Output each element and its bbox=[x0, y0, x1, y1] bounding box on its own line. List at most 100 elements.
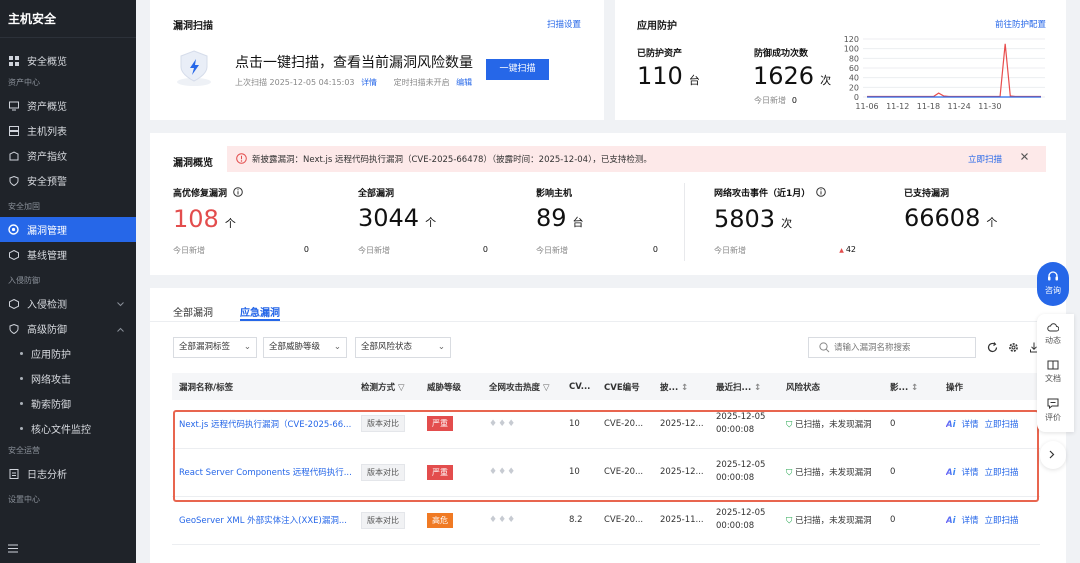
settings-gear-icon[interactable] bbox=[1008, 342, 1019, 356]
expand-panel-button[interactable] bbox=[1040, 441, 1066, 469]
filter-vuln-tag[interactable]: 全部漏洞标签 ⌄ bbox=[173, 337, 257, 358]
close-icon[interactable] bbox=[1020, 152, 1029, 164]
sidebar-item-vuln-mgmt[interactable]: 漏洞管理 bbox=[0, 217, 136, 242]
sidebar-item-log-analysis[interactable]: 日志分析 bbox=[0, 461, 136, 486]
info-icon[interactable] bbox=[816, 187, 827, 200]
last-scan-detail-link[interactable]: 详情 bbox=[361, 78, 377, 87]
defense-today-label: 今日新增 bbox=[754, 96, 786, 105]
scan-time: 00:00:08 bbox=[716, 473, 755, 483]
kpi-unit: 个 bbox=[986, 216, 998, 229]
scan-headline: 点击一键扫描，查看当前漏洞风险数量 bbox=[235, 55, 473, 71]
kpi-network-attacks[interactable]: 网络攻击事件（近1月） 5803 次 今日新增 ▲ 42 bbox=[714, 186, 864, 255]
sidebar-item-fingerprint[interactable]: 资产指纹 bbox=[0, 143, 136, 168]
vuln-alert-banner: 新披露漏洞：Next.js 远程代码执行漏洞（CVE-2025-66478）（披… bbox=[227, 146, 1046, 172]
sidebar-item-intrusion-detect[interactable]: 入侵检测 bbox=[0, 291, 136, 316]
kpi-label: 全部漏洞 bbox=[358, 189, 395, 199]
scan-time: 00:00:08 bbox=[716, 424, 755, 435]
sidebar-item-host-list[interactable]: 主机列表 bbox=[0, 118, 136, 143]
col-header-affected[interactable]: 影... ↕ bbox=[883, 373, 939, 400]
scan-now-link[interactable]: 立即扫描 bbox=[985, 468, 1019, 478]
chevron-right-icon bbox=[1049, 450, 1055, 462]
col-header-cvss: CV... bbox=[562, 373, 597, 400]
search-input[interactable] bbox=[834, 341, 972, 355]
cvss-cell: 10 bbox=[562, 448, 597, 497]
check-shield-icon: ⛉ bbox=[786, 468, 793, 478]
col-header-ops: 操作 bbox=[939, 373, 1040, 400]
one-click-scan-button[interactable]: 一键扫描 bbox=[486, 59, 549, 80]
alert-scan-now-link[interactable]: 立即扫描 bbox=[968, 153, 1002, 165]
kpi-affected-hosts[interactable]: 影响主机 89 台 今日新增 0 bbox=[536, 186, 676, 255]
float-docs[interactable]: 文档 bbox=[1037, 360, 1069, 384]
col-header-name: 漏洞名称/标签 bbox=[172, 373, 354, 400]
scan-now-link[interactable]: 立即扫描 bbox=[985, 420, 1019, 430]
float-review[interactable]: 评价 bbox=[1037, 398, 1069, 423]
col-header-disclosed[interactable]: 披... ↕ bbox=[653, 373, 709, 400]
sidebar-item-warning[interactable]: 安全预警 bbox=[0, 168, 136, 193]
kpi-unit: 台 bbox=[572, 216, 584, 229]
ai-icon[interactable]: Ai bbox=[946, 516, 956, 526]
protect-config-link[interactable]: 前往防护配置 bbox=[995, 18, 1046, 30]
ai-icon[interactable]: Ai bbox=[946, 420, 956, 430]
protected-assets-unit: 台 bbox=[688, 74, 700, 87]
col-header-heat[interactable]: 全网攻击热度 ▽ bbox=[482, 373, 562, 400]
ai-icon[interactable]: Ai bbox=[946, 468, 956, 478]
detail-link[interactable]: 详情 bbox=[962, 516, 979, 526]
sidebar-sub-ransom[interactable]: 勒索防御 bbox=[0, 391, 136, 416]
ops-cell: Ai 详情 立即扫描 bbox=[939, 496, 1040, 545]
grid-icon bbox=[8, 55, 19, 66]
kpi-sub-label: 今日新增 bbox=[536, 246, 568, 255]
sidebar-item-advanced-defense[interactable]: 高级防御 bbox=[0, 316, 136, 341]
scan-settings-link[interactable]: 扫描设置 bbox=[547, 18, 581, 30]
sidebar-item-asset-overview[interactable]: 资产概览 bbox=[0, 93, 136, 118]
vuln-name-link[interactable]: React Server Components 远程代码执行... bbox=[172, 448, 354, 497]
info-icon[interactable] bbox=[233, 187, 243, 200]
tab-emergency-vulns[interactable]: 应急漏洞 bbox=[240, 304, 280, 319]
consult-button[interactable]: 咨询 bbox=[1037, 262, 1069, 306]
vuln-name-link[interactable]: Next.js 远程代码执行漏洞（CVE-2025-66... bbox=[172, 400, 354, 449]
filter-funnel-icon[interactable]: ▽ bbox=[398, 383, 405, 393]
sort-icon[interactable]: ↕ bbox=[681, 383, 688, 393]
table-row: GeoServer XML 外部实体注入(XXE)漏洞... 版本对比 高危 ♦… bbox=[172, 496, 1040, 545]
scan-now-link[interactable]: 立即扫描 bbox=[985, 516, 1019, 526]
sidebar-item-label: 资产指纹 bbox=[27, 152, 67, 163]
kpi-high-priority[interactable]: 高优修复漏洞 108 个 今日新增 0 bbox=[173, 186, 313, 255]
sidebar-sub-network-attack[interactable]: 网络攻击 bbox=[0, 366, 136, 391]
sort-icon[interactable]: ↕ bbox=[911, 383, 918, 393]
chart-y-tick-label: 120 bbox=[844, 35, 859, 44]
detail-link[interactable]: 详情 bbox=[962, 468, 979, 478]
scan-card-title: 漏洞扫描 bbox=[173, 21, 213, 32]
sidebar-item-overview[interactable]: 安全概览 bbox=[0, 48, 136, 73]
filter-threat-level[interactable]: 全部威胁等级 ⌄ bbox=[263, 337, 347, 358]
attack-heat-cell: ♦♦♦ bbox=[482, 496, 562, 545]
kpi-all-vulns[interactable]: 全部漏洞 3044 个 今日新增 0 bbox=[358, 186, 498, 255]
col-header-method[interactable]: 检测方式 ▽ bbox=[354, 373, 420, 400]
kpi-supported-vulns[interactable]: 已支持漏洞 66608 个 bbox=[904, 186, 1054, 232]
filter-risk-status[interactable]: 全部风险状态 ⌄ bbox=[355, 337, 451, 358]
sidebar-title: 主机安全 bbox=[0, 0, 136, 38]
col-header-last-scan[interactable]: 最近扫... ↕ bbox=[709, 373, 779, 400]
collapse-menu-icon[interactable] bbox=[8, 544, 18, 556]
detail-link[interactable]: 详情 bbox=[962, 420, 979, 430]
affected-cell: 0 bbox=[883, 448, 939, 497]
filter-funnel-icon[interactable]: ▽ bbox=[543, 383, 550, 393]
refresh-icon[interactable] bbox=[987, 342, 998, 356]
tab-all-vulns[interactable]: 全部漏洞 bbox=[173, 304, 213, 319]
defense-success-label: 防御成功次数 bbox=[754, 49, 809, 59]
scan-meta: 上次扫描 2025-12-05 04:15:03 详情 定时扫描未开启 编辑 bbox=[235, 77, 472, 88]
col-header-label: 披... bbox=[660, 382, 679, 393]
sidebar-item-baseline[interactable]: 基线管理 bbox=[0, 242, 136, 267]
defense-today: 今日新增 0 bbox=[754, 95, 797, 106]
schedule-edit-link[interactable]: 编辑 bbox=[456, 78, 472, 87]
search-box[interactable] bbox=[808, 337, 976, 358]
sidebar-sub-core-file[interactable]: 核心文件监控 bbox=[0, 416, 136, 441]
col-header-label: 影... bbox=[890, 382, 909, 393]
vuln-name-link[interactable]: GeoServer XML 外部实体注入(XXE)漏洞... bbox=[172, 496, 354, 545]
chevron-up-icon bbox=[117, 324, 124, 335]
flame-icons: ♦♦♦ bbox=[489, 515, 517, 525]
cve-cell: CVE-20... bbox=[597, 400, 653, 449]
vuln-overview-card: 漏洞概览 新披露漏洞：Next.js 远程代码执行漏洞（CVE-2025-664… bbox=[150, 133, 1066, 275]
sidebar-sub-app-protect[interactable]: 应用防护 bbox=[0, 341, 136, 366]
sort-icon[interactable]: ↕ bbox=[754, 383, 761, 393]
chevron-down-icon bbox=[117, 299, 124, 310]
float-dynamic[interactable]: 动态 bbox=[1037, 322, 1069, 346]
